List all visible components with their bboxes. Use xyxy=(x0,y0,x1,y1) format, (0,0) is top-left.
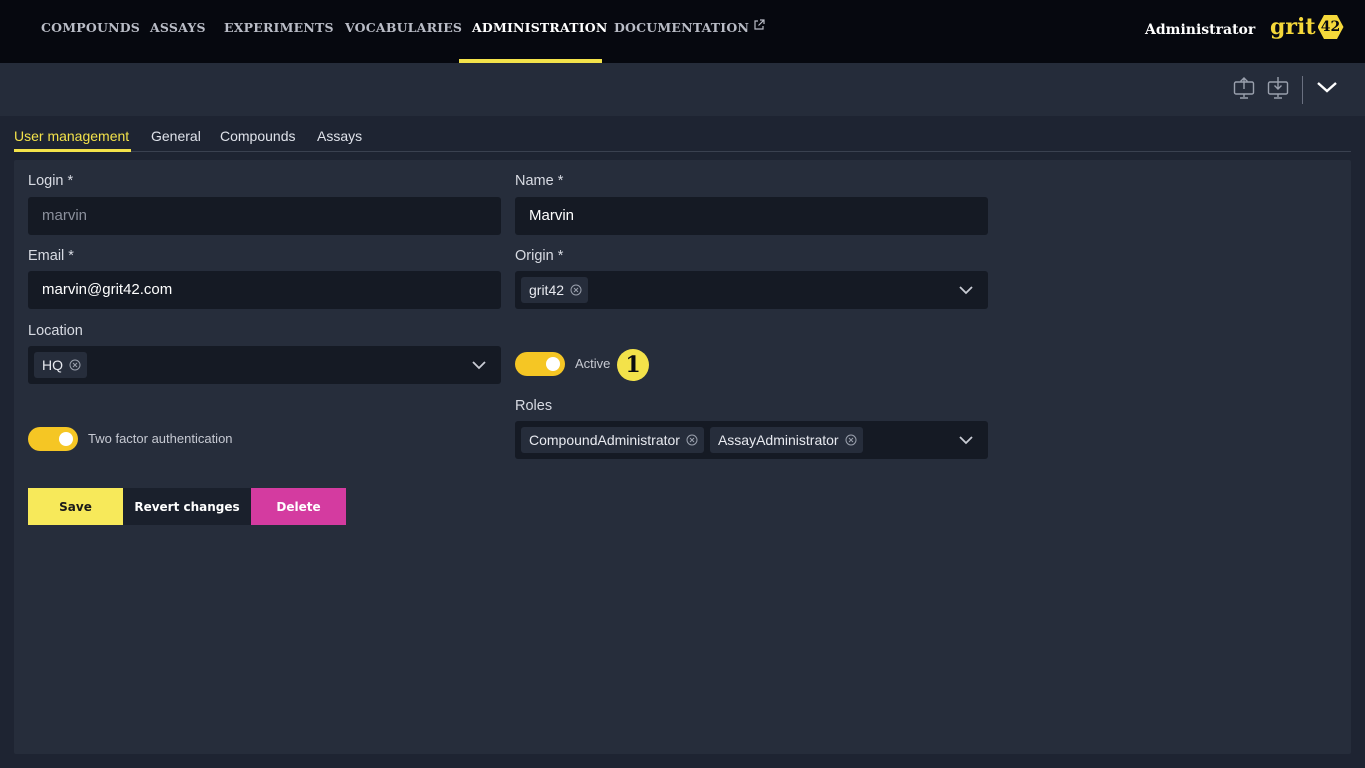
role-chip: CompoundAdministrator xyxy=(521,427,704,453)
nav-compounds[interactable]: COMPOUNDS xyxy=(41,0,140,63)
login-field: marvin xyxy=(28,197,501,235)
chevron-down-icon[interactable] xyxy=(958,283,974,297)
active-tab-indicator xyxy=(14,149,131,152)
location-chip: HQ xyxy=(34,352,87,378)
user-menu[interactable]: Administrator xyxy=(1145,22,1255,38)
email-label: Email * xyxy=(28,248,74,264)
origin-label: Origin * xyxy=(515,248,564,264)
roles-label: Roles xyxy=(515,398,553,414)
roles-select[interactable]: CompoundAdministrator AssayAdministrator xyxy=(515,421,988,459)
admin-tabs: User management General Compounds Assays xyxy=(14,128,1351,152)
name-field[interactable]: Marvin xyxy=(515,197,988,235)
tab-compounds[interactable]: Compounds xyxy=(220,128,296,144)
role-chip-label: AssayAdministrator xyxy=(717,432,839,448)
location-select[interactable]: HQ xyxy=(28,346,501,384)
chevron-down-icon[interactable] xyxy=(471,358,487,372)
chevron-down-icon[interactable] xyxy=(958,433,974,447)
nav-vocabularies[interactable]: VOCABULARIES xyxy=(345,0,462,63)
top-navigation: COMPOUNDS ASSAYS EXPERIMENTS VOCABULARIE… xyxy=(0,0,1365,63)
external-link-icon xyxy=(754,19,765,30)
tab-general[interactable]: General xyxy=(151,128,201,144)
toolbar xyxy=(0,63,1365,116)
role-chip: AssayAdministrator xyxy=(709,427,863,453)
tab-assays[interactable]: Assays xyxy=(317,128,362,144)
grit42-logo[interactable]: grit 42 xyxy=(1270,14,1344,40)
remove-chip-icon[interactable] xyxy=(845,434,857,446)
nav-documentation[interactable]: DOCUMENTATION xyxy=(614,0,765,63)
toolbar-separator xyxy=(1302,76,1303,104)
revert-changes-button[interactable]: Revert changes xyxy=(123,488,251,525)
tab-user-management[interactable]: User management xyxy=(14,128,129,144)
toggle-knob xyxy=(546,357,560,371)
upload-icon[interactable] xyxy=(1233,76,1255,100)
location-chip-label: HQ xyxy=(42,357,63,373)
toggle-knob xyxy=(59,432,73,446)
save-button[interactable]: Save xyxy=(28,488,123,525)
nav-documentation-label: DOCUMENTATION xyxy=(614,20,750,35)
name-label: Name * xyxy=(515,173,564,189)
remove-chip-icon[interactable] xyxy=(69,359,81,371)
active-toggle[interactable] xyxy=(515,352,565,376)
two-factor-label: Two factor authentication xyxy=(88,431,233,446)
location-label: Location xyxy=(28,323,83,339)
delete-button[interactable]: Delete xyxy=(251,488,346,525)
email-field[interactable]: marvin@grit42.com xyxy=(28,271,501,309)
nav-experiments[interactable]: EXPERIMENTS xyxy=(224,0,334,63)
remove-chip-icon[interactable] xyxy=(570,284,582,296)
remove-chip-icon[interactable] xyxy=(686,434,698,446)
callout-marker: 1 xyxy=(617,349,649,381)
role-chip-label: CompoundAdministrator xyxy=(529,432,680,448)
logo-text: grit xyxy=(1270,14,1316,40)
chevron-down-icon[interactable] xyxy=(1316,79,1338,95)
origin-chip: grit42 xyxy=(521,277,589,303)
two-factor-toggle[interactable] xyxy=(28,427,78,451)
download-icon[interactable] xyxy=(1267,76,1289,100)
logo-badge: 42 xyxy=(1317,15,1344,39)
login-label: Login * xyxy=(28,173,74,189)
origin-select[interactable]: grit42 xyxy=(515,271,988,309)
active-label: Active xyxy=(575,356,611,371)
origin-chip-label: grit42 xyxy=(529,282,565,298)
nav-administration[interactable]: ADMINISTRATION xyxy=(472,0,608,63)
nav-assays[interactable]: ASSAYS xyxy=(150,0,206,63)
